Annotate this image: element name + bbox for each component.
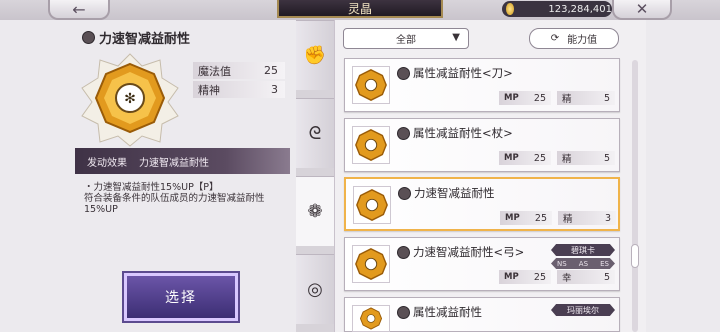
select-button[interactable]: 选择 bbox=[124, 273, 238, 321]
list-item[interactable]: 属性减益耐性<刀> MP 25 精 5 bbox=[344, 58, 620, 112]
stat-value: 3 bbox=[604, 212, 611, 224]
gem-icon bbox=[353, 186, 391, 224]
detail-title: 力速智减益耐性 bbox=[82, 28, 190, 47]
mp-label: MP bbox=[505, 213, 520, 223]
effect-label: 发动效果 bbox=[87, 157, 127, 169]
tab-spiral[interactable]: ◎ bbox=[296, 254, 334, 324]
gem-emblem-icon bbox=[82, 31, 95, 44]
scrollbar-thumb[interactable] bbox=[631, 244, 639, 268]
stat-value: 5 bbox=[603, 92, 610, 104]
list-item[interactable]: 属性减益耐性<杖> MP 25 精 5 bbox=[344, 118, 620, 172]
mp-label: MP bbox=[504, 93, 519, 103]
item-mp: MP 25 bbox=[499, 270, 551, 284]
gem-emblem-icon bbox=[398, 186, 411, 200]
mp-value: 25 bbox=[534, 212, 547, 224]
gem-icon bbox=[352, 245, 390, 283]
equipped-by-tag: 玛丽埃尔 bbox=[551, 304, 615, 316]
item-name: 属性减益耐性<刀> bbox=[397, 65, 513, 81]
item-name-text: 属性减益耐性<刀> bbox=[413, 66, 513, 80]
effect-bar: 发动效果 力速智减益耐性 bbox=[75, 148, 290, 174]
tab-swirl[interactable]: ᘓ bbox=[296, 98, 334, 168]
item-mp: MP 25 bbox=[500, 211, 552, 225]
back-arrow-icon: ← bbox=[72, 0, 86, 19]
currency-display: 123,284,401 bbox=[502, 1, 612, 17]
sort-label: 能力值 bbox=[567, 35, 598, 46]
close-icon: ✕ bbox=[635, 0, 649, 18]
list-item[interactable]: 属性减益耐性 玛丽埃尔 bbox=[344, 297, 620, 332]
stat-label: 幸 bbox=[562, 273, 572, 284]
item-name: 属性减益耐性<杖> bbox=[397, 125, 513, 141]
item-name-text: 力速智减益耐性 bbox=[414, 186, 495, 200]
tab-fist[interactable]: ✊ bbox=[296, 20, 334, 90]
currency-amount: 123,284,401 bbox=[548, 3, 612, 15]
stat-value: 5 bbox=[603, 271, 610, 283]
style-tags: NS AS ES bbox=[551, 258, 615, 269]
item-name-text: 力速智减益耐性<弓> bbox=[413, 245, 525, 259]
stat-label: 精 bbox=[563, 214, 573, 225]
filter-dropdown[interactable]: 全部 ▼ bbox=[343, 28, 469, 49]
gem-emblem-icon bbox=[397, 126, 410, 140]
mp-label: MP bbox=[504, 153, 519, 163]
gem-emblem-icon bbox=[397, 305, 410, 319]
gem-icon bbox=[352, 305, 390, 332]
tab-gear-emblem[interactable]: ❁ bbox=[296, 176, 334, 246]
back-button[interactable]: ← bbox=[48, 0, 110, 20]
stat-mp-label: 魔法值 bbox=[198, 64, 231, 78]
close-button[interactable]: ✕ bbox=[612, 0, 672, 20]
sort-icon: ⟳ bbox=[550, 33, 560, 44]
item-name: 属性减益耐性 bbox=[397, 304, 482, 320]
gem-icon bbox=[352, 66, 390, 104]
style-tag-as: AS bbox=[578, 259, 589, 268]
style-tag-ns: NS bbox=[557, 259, 567, 268]
swirl-icon: ᘓ bbox=[308, 123, 322, 144]
stat-label: 精 bbox=[562, 94, 572, 105]
effect-description: ・力速智减益耐性15%UP【P】 符合装备条件的队伍成员的力速智减益耐性 15%… bbox=[84, 182, 284, 215]
desc-line-2: 符合装备条件的队伍成员的力速智减益耐性 bbox=[84, 193, 265, 204]
mp-value: 25 bbox=[533, 92, 546, 104]
item-stat: 精 5 bbox=[557, 91, 615, 105]
sort-button[interactable]: ⟳ 能力值 bbox=[529, 28, 619, 49]
item-name-text: 属性减益耐性 bbox=[413, 305, 482, 319]
desc-line-1: ・力速智减益耐性15%UP【P】 bbox=[84, 182, 219, 193]
mp-value: 25 bbox=[533, 152, 546, 164]
equipped-by-tag: 碧琪卡 bbox=[551, 244, 615, 256]
gem-icon bbox=[352, 126, 390, 164]
item-stat: 幸 5 bbox=[557, 270, 615, 284]
list-item[interactable]: 力速智减益耐性<弓> 碧琪卡 NS AS ES MP 25 幸 5 bbox=[344, 237, 620, 291]
item-stat: 精 5 bbox=[557, 151, 615, 165]
page-title: 灵晶 bbox=[277, 0, 443, 18]
stat-spirit-label: 精神 bbox=[198, 83, 220, 97]
stat-spirit-row: 精神 3 bbox=[193, 81, 285, 98]
stat-value: 5 bbox=[603, 152, 610, 164]
gem-emblem-icon bbox=[397, 66, 410, 80]
coin-icon bbox=[506, 3, 515, 15]
item-name: 力速智减益耐性<弓> bbox=[397, 244, 524, 260]
chevron-down-icon: ▼ bbox=[452, 32, 460, 43]
item-mp: MP 25 bbox=[499, 91, 551, 105]
item-name-text: 属性减益耐性<杖> bbox=[413, 126, 513, 140]
item-name: 力速智减益耐性 bbox=[398, 185, 495, 201]
stat-mp-value: 25 bbox=[264, 64, 278, 77]
gear-emblem-icon: ❁ bbox=[307, 201, 323, 222]
effect-name: 力速智减益耐性 bbox=[139, 157, 209, 169]
mp-value: 25 bbox=[533, 271, 546, 283]
detail-name: 力速智减益耐性 bbox=[99, 32, 191, 47]
svg-text:✻: ✻ bbox=[124, 91, 136, 107]
stat-mp-row: 魔法值 25 bbox=[193, 62, 285, 79]
list-item-selected[interactable]: 力速智减益耐性 MP 25 精 3 bbox=[344, 177, 620, 231]
gem-large-icon: ✻ bbox=[81, 53, 179, 147]
item-stat: 精 3 bbox=[558, 211, 616, 225]
filter-value: 全部 bbox=[396, 35, 416, 46]
spiral-icon: ◎ bbox=[307, 279, 323, 300]
stat-spirit-value: 3 bbox=[271, 83, 278, 96]
gem-emblem-icon bbox=[397, 245, 410, 259]
mp-label: MP bbox=[504, 272, 519, 282]
stat-label: 精 bbox=[562, 154, 572, 165]
item-mp: MP 25 bbox=[499, 151, 551, 165]
fist-icon: ✊ bbox=[303, 45, 327, 66]
style-tag-es: ES bbox=[600, 259, 609, 268]
list-scrollbar[interactable] bbox=[632, 60, 638, 332]
desc-line-3: 15%UP bbox=[84, 204, 118, 215]
